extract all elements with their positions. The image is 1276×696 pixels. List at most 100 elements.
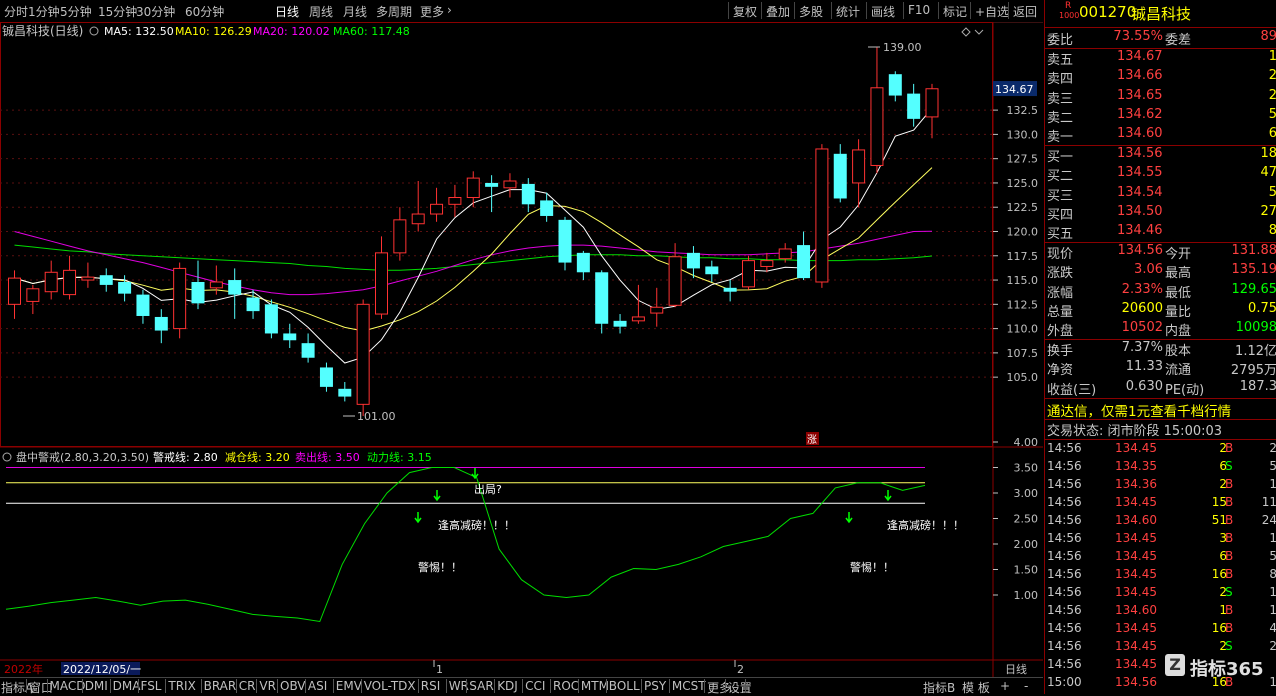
indicator-tab-10[interactable]: OBV [280, 679, 306, 693]
toolbar-button-0[interactable]: 复权 [733, 3, 757, 20]
toolbar-button-7[interactable]: +自选 [975, 3, 1009, 20]
tab-separator [745, 679, 746, 693]
indicator-tab-5[interactable]: FSL [141, 679, 162, 693]
toolbar-button-3[interactable]: 统计 [836, 3, 860, 20]
period-tab-8[interactable]: 月线 [343, 3, 367, 20]
tick-price: 134.45 [1115, 531, 1157, 545]
indicator-tab-19[interactable]: ROC [553, 679, 579, 693]
sub-y-tick-label: 2.50 [1014, 513, 1039, 526]
toolbar-button-5[interactable]: F10 [908, 3, 930, 17]
indicator-tab-9[interactable]: VR [259, 679, 276, 693]
period-tab-2[interactable]: 5分钟 [60, 3, 92, 20]
promo-link[interactable]: 通达信，仅需1元查看千档行情 [1047, 400, 1231, 420]
candle-up [357, 304, 369, 404]
r-sub: 1000 [1059, 11, 1079, 20]
tick-row: 14:56134.452B2 [1045, 441, 1276, 460]
high-label: 139.00 [883, 41, 922, 54]
period-tab-6[interactable]: 日线 [275, 3, 299, 20]
power-line [6, 468, 925, 622]
candle-up [926, 89, 938, 117]
indicator-tab-right-0[interactable]: 指标B [923, 679, 955, 696]
indicator-tab-13[interactable]: VOL-TDX [364, 679, 416, 693]
indicator-tab-16[interactable]: SAR [469, 679, 493, 693]
candle-up [504, 181, 516, 188]
stat-row-1: 涨跌3.06最高135.19 [1045, 262, 1276, 281]
candle-down [522, 184, 535, 204]
toolbar-button-2[interactable]: 多股 [799, 3, 823, 20]
indicator-tab-12[interactable]: EMV [336, 679, 362, 693]
tab-separator [669, 679, 670, 693]
indicator-tab-22[interactable]: PSY [644, 679, 666, 693]
candle-down [247, 298, 260, 312]
period-tab-1[interactable]: 1分钟 [28, 3, 60, 20]
bid-volume: 5 [1269, 185, 1276, 200]
chevron-down-icon[interactable] [90, 27, 98, 35]
indicator-tab-right-2[interactable]: + [1000, 679, 1010, 693]
diamond-icon[interactable] [962, 28, 970, 36]
tick-row: 14:56134.356S5 [1045, 459, 1276, 478]
bid-price: 134.55 [1117, 165, 1163, 180]
indicator-tab-20[interactable]: MTM [581, 679, 609, 693]
indicator-tab-3[interactable]: DMI [85, 679, 108, 693]
chart-area[interactable]: 132.5130.0127.5125.0122.5120.0117.5115.0… [0, 22, 1043, 677]
indicator-tab-17[interactable]: KDJ [497, 679, 518, 693]
period-tab-5[interactable]: 60分钟 [185, 3, 224, 20]
candle-down [228, 280, 241, 295]
toolbar-separator [970, 2, 971, 19]
ask-label: 卖三 [1047, 88, 1073, 107]
y-tick-label: 115.0 [1007, 274, 1039, 287]
indicator-tab-25[interactable]: 设置 [728, 679, 752, 696]
candle-down [118, 282, 131, 294]
indicator-tab-8[interactable]: CR [239, 679, 256, 693]
chevron-down-icon[interactable] [975, 30, 983, 34]
tick-side: B [1225, 567, 1233, 581]
indicator-tab-4[interactable]: DMA [113, 679, 141, 693]
logo-icon: Z [1165, 654, 1185, 676]
fin-value: 0.630 [1126, 379, 1163, 394]
period-tab-3[interactable]: 15分钟 [98, 3, 137, 20]
tab-separator [277, 679, 278, 693]
watermark-text: 指标365 [1190, 655, 1264, 681]
tick-side: B [1225, 441, 1233, 455]
period-tab-7[interactable]: 周线 [309, 3, 333, 20]
indicator-tab-11[interactable]: ASI [308, 679, 327, 693]
toolbar-button-4[interactable]: 画线 [871, 3, 895, 20]
candle-up [871, 88, 883, 166]
chevron-down-icon[interactable] [3, 453, 11, 461]
indicator-tab-6[interactable]: TRIX [168, 679, 195, 693]
period-tab-0[interactable]: 分时 [4, 3, 28, 20]
tick-side: S [1225, 585, 1233, 599]
indicator-tab-18[interactable]: CCI [525, 679, 545, 693]
candle-down [595, 272, 608, 323]
indicator-tab-2[interactable]: MACD [50, 679, 86, 693]
tick-price: 134.45 [1115, 621, 1157, 635]
candle-up [669, 257, 681, 306]
fin-label-2: 流通 [1165, 359, 1191, 378]
candle-up [412, 214, 424, 224]
indicator-tab-7[interactable]: BRAR [204, 679, 237, 693]
indicator-tab-right-1[interactable]: 模 板 [962, 679, 990, 696]
indicator-tab-23[interactable]: MCST [672, 679, 706, 693]
divider [1045, 398, 1276, 399]
tick-count: 2 [1269, 639, 1276, 653]
indicator-tab-14[interactable]: RSI [421, 679, 441, 693]
tick-side: S [1225, 639, 1233, 653]
fin-row-1: 净资11.33流通2795万 [1045, 359, 1276, 378]
toolbar-button-8[interactable]: 返回 [1013, 3, 1037, 20]
more-arrow-icon[interactable]: › [447, 3, 452, 17]
ask-label: 卖二 [1047, 107, 1073, 126]
divider [1045, 27, 1276, 28]
tick-price: 134.56 [1115, 675, 1157, 689]
toolbar-button-6[interactable]: 标记 [943, 3, 967, 20]
stat-value: 2.33% [1122, 282, 1163, 297]
indicator-tab-right-3[interactable]: - [1024, 679, 1028, 693]
toolbar-button-1[interactable]: 叠加 [766, 3, 790, 20]
candle-down [797, 245, 810, 278]
candle-down [705, 266, 718, 274]
period-tab-9[interactable]: 多周期 [376, 3, 412, 20]
y-tick-label: 120.0 [1007, 226, 1039, 239]
quote-panel: R1000001270铖昌科技委比73.55%委差89卖五134.671卖四13… [1044, 0, 1276, 694]
period-tab-4[interactable]: 30分钟 [136, 3, 175, 20]
indicator-tab-21[interactable]: BOLL [609, 679, 640, 693]
period-tab-10[interactable]: 更多 [420, 3, 444, 20]
